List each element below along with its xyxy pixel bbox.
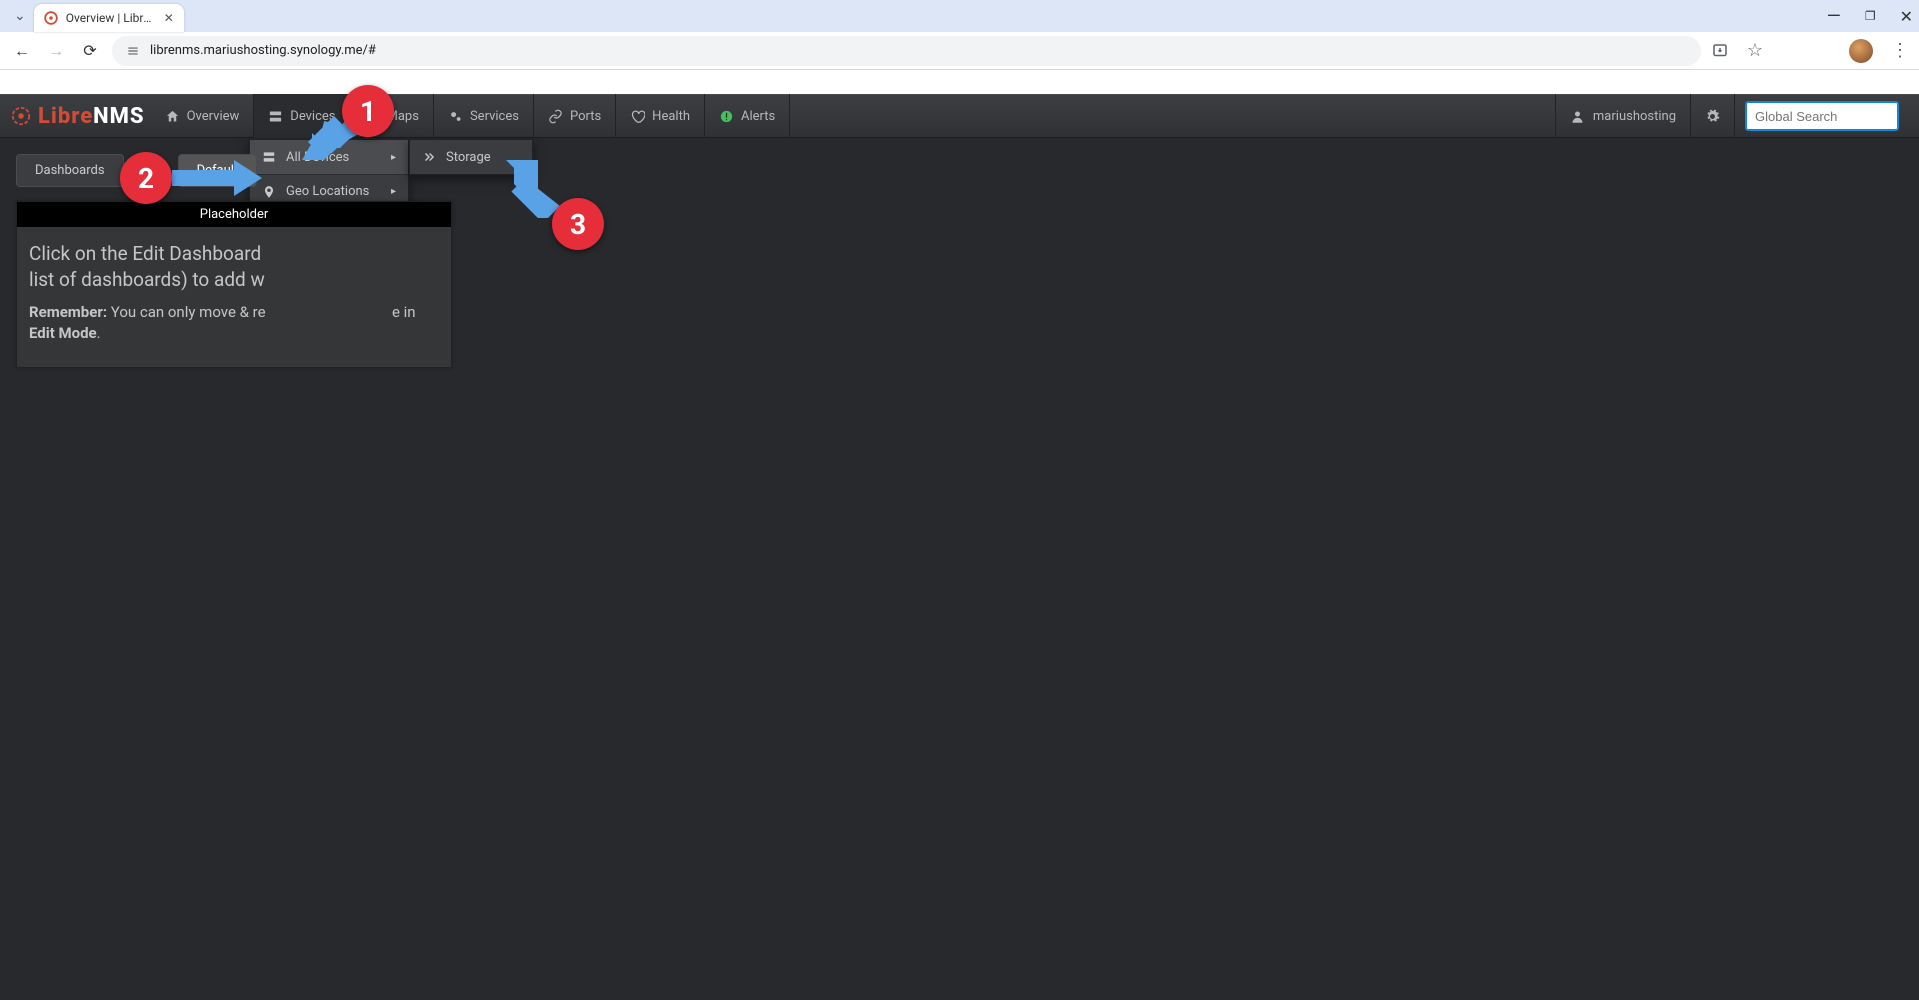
main-navbar: LibreNMS Overview Devices Maps Services … (0, 94, 1919, 138)
browser-tab-bar: ⌄ Overview | LibreNMS ✕ — ❐ ✕ (0, 0, 1919, 32)
username-label: mariushosting (1593, 109, 1676, 124)
window-controls: — ❐ ✕ (1827, 0, 1913, 32)
nav-services[interactable]: Services (434, 94, 534, 138)
gear-icon (1705, 109, 1720, 124)
placeholder-widget: Placeholder Click on the Edit Dashboardx… (16, 201, 452, 368)
minimize-icon[interactable]: — (1827, 6, 1841, 27)
nav-ports-label: Ports (570, 109, 601, 124)
nav-alerts-label: Alerts (741, 109, 775, 124)
link-icon (548, 109, 563, 124)
widget-body: Click on the Edit Dashboardxxxxxxxxxxxxe… (17, 227, 451, 367)
nav-overview-label: Overview (187, 109, 240, 124)
nav-health-label: Health (652, 109, 690, 124)
close-icon[interactable]: ✕ (164, 11, 174, 25)
global-search-input[interactable] (1745, 101, 1899, 131)
close-window-icon[interactable]: ✕ (1900, 7, 1913, 26)
profile-avatar[interactable] (1849, 39, 1873, 63)
user-icon (1570, 109, 1585, 124)
tab-dashboards[interactable]: Dashboards (16, 154, 124, 187)
widget-title: Placeholder (17, 202, 451, 227)
alert-icon (719, 109, 734, 124)
browser-address-bar: ← → ⟳ librenms.mariushosting.synology.me… (0, 32, 1919, 70)
nav-overview[interactable]: Overview (151, 94, 255, 138)
bookmark-star-icon[interactable]: ☆ (1747, 40, 1763, 61)
browser-tab[interactable]: Overview | LibreNMS ✕ (34, 4, 184, 32)
nav-services-label: Services (470, 109, 519, 124)
reload-icon[interactable]: ⟳ (78, 41, 102, 60)
server-icon (268, 109, 283, 124)
url-text: librenms.mariushosting.synology.me/# (150, 43, 376, 58)
nav-ports[interactable]: Ports (534, 94, 616, 138)
tab-title: Overview | LibreNMS (66, 11, 156, 25)
url-bar[interactable]: librenms.mariushosting.synology.me/# (112, 36, 1701, 66)
librenms-logo[interactable]: LibreNMS (10, 104, 145, 129)
kebab-menu-icon[interactable]: ⋮ (1891, 40, 1909, 61)
annotation-bubble-2: 2 (120, 152, 172, 204)
forward-icon: → (44, 41, 68, 61)
home-icon (165, 109, 180, 124)
site-settings-icon[interactable] (126, 44, 140, 58)
nav-health[interactable]: Health (616, 94, 705, 138)
page-body: Dashboards Default Placeholder Click on … (0, 138, 1919, 384)
annotation-bubble-3: 3 (552, 198, 604, 250)
settings-button[interactable] (1691, 94, 1735, 138)
nav-alerts[interactable]: Alerts (705, 94, 790, 138)
user-menu[interactable]: mariushosting (1555, 94, 1691, 138)
librenms-favicon-icon (44, 11, 58, 25)
install-app-icon[interactable] (1711, 42, 1729, 60)
global-search[interactable] (1745, 101, 1899, 131)
maximize-icon[interactable]: ❐ (1865, 9, 1876, 23)
annotation-bubble-1: 1 (342, 85, 394, 137)
annotation-arrow-2 (172, 160, 262, 196)
heartbeat-icon (630, 109, 645, 124)
cogs-icon (448, 109, 463, 124)
logo-text: LibreNMS (38, 104, 145, 129)
back-icon[interactable]: ← (10, 41, 34, 61)
logo-icon (10, 105, 32, 127)
tabs-dropdown-icon[interactable]: ⌄ (6, 8, 34, 24)
